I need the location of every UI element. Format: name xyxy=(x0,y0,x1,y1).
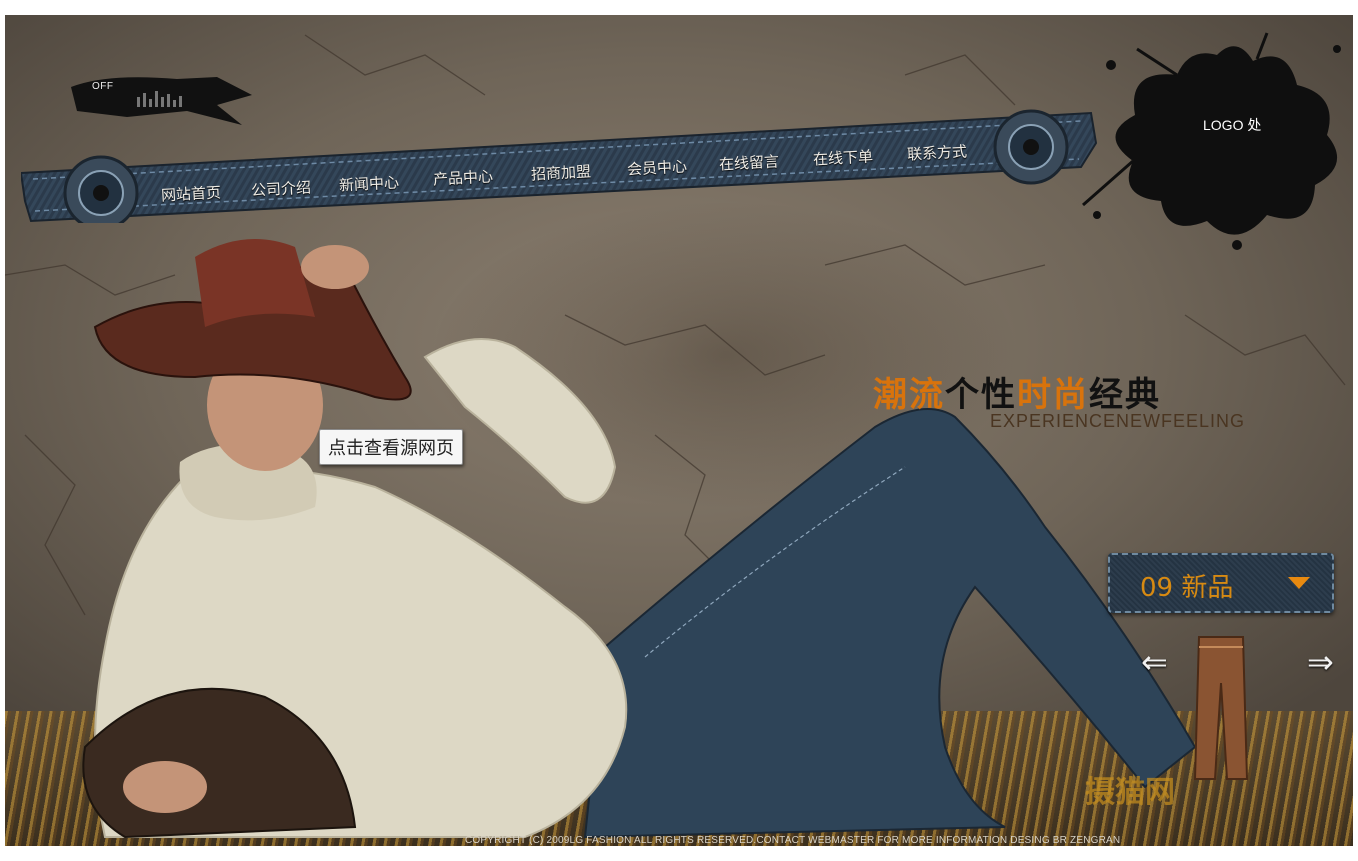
nav-item-franchise[interactable]: 招商加盟 xyxy=(530,160,592,184)
new-products-label: 09 新品 xyxy=(1140,573,1234,603)
slogan-part-3: 时尚 xyxy=(1017,375,1089,415)
nav-item-about[interactable]: 公司介绍 xyxy=(250,176,312,200)
nav-item-order[interactable]: 在线下单 xyxy=(812,145,874,169)
nav-item-guestbook[interactable]: 在线留言 xyxy=(718,150,780,174)
new-products-button[interactable]: 09 新品 xyxy=(1108,553,1334,613)
nav-item-products[interactable]: 产品中心 xyxy=(432,165,494,189)
slogan-part-4: 经典 xyxy=(1089,375,1161,415)
power-label: OFF xyxy=(92,81,114,92)
right-arrow-icon[interactable]: ⇒ xyxy=(1307,643,1334,681)
main-nav: 网站首页 公司介绍 新闻中心 产品中心 招商加盟 会员中心 在线留言 在线下单 … xyxy=(21,103,1101,223)
nav-item-home[interactable]: 网站首页 xyxy=(160,181,222,205)
page-stage: OFF 网站首页 公司介绍 新闻中心 产品中心 招商加盟 会员中心 在线留言 在… xyxy=(5,15,1353,846)
logo-splat[interactable] xyxy=(1077,25,1353,255)
nav-item-members[interactable]: 会员中心 xyxy=(626,155,688,179)
left-arrow-icon[interactable]: ⇐ xyxy=(1141,643,1168,681)
nav-item-contact[interactable]: 联系方式 xyxy=(906,140,968,164)
footer-copyright: COPYRIGHT (C) 2009LG FASHION ALL RIGHTS … xyxy=(465,835,1121,846)
view-source-tooltip[interactable]: 点击查看源网页 xyxy=(319,429,463,465)
watermark-logo: 摄猫网 xyxy=(1085,775,1175,810)
nav-belt: 网站首页 公司介绍 新闻中心 产品中心 招商加盟 会员中心 在线留言 在线下单 … xyxy=(19,103,1101,231)
slogan-cn: 潮流个性时尚经典 xyxy=(873,367,1161,416)
slogan-en: EXPERIENCENEWFEELING xyxy=(990,411,1246,431)
slogan-part-2: 个性 xyxy=(945,375,1017,415)
model-illustration xyxy=(82,239,1197,839)
product-pants-thumbnail[interactable] xyxy=(1193,633,1249,783)
slogan-part-1: 潮流 xyxy=(873,375,945,415)
nav-item-news[interactable]: 新闻中心 xyxy=(338,171,400,195)
logo-text: LOGO 处 xyxy=(1203,117,1262,133)
caret-down-icon xyxy=(1288,577,1310,589)
